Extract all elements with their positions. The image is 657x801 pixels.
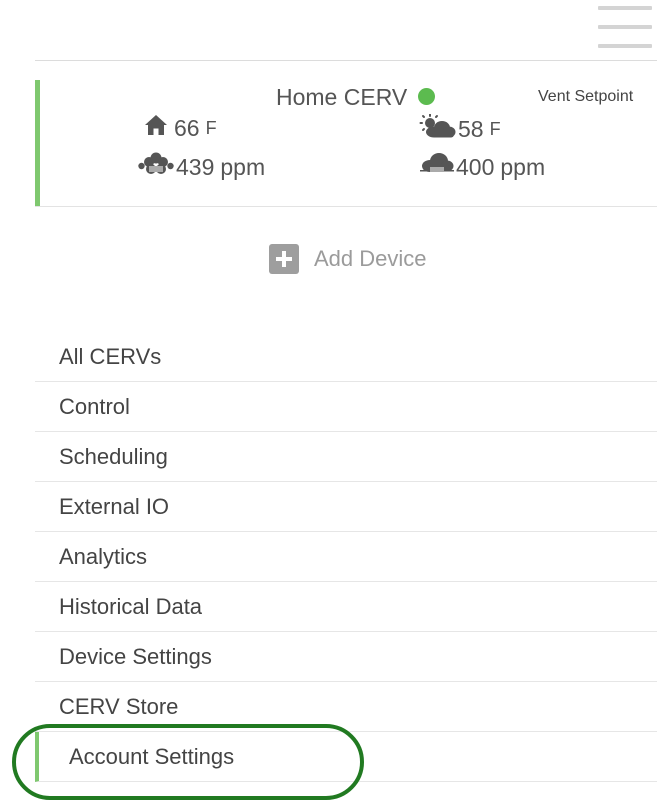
nav-item-analytics[interactable]: Analytics xyxy=(35,532,657,582)
home-icon xyxy=(144,114,168,142)
nav-item-historical-data[interactable]: Historical Data xyxy=(35,582,657,632)
device-name: Home CERV xyxy=(276,84,408,110)
add-device-button[interactable]: Add Device xyxy=(269,244,427,274)
vent-setpoint-label: Vent Setpoint xyxy=(538,88,634,105)
indoor-temperature-unit: F xyxy=(205,117,217,138)
indoor-temperature-value: 66 xyxy=(174,114,200,141)
nav-menu: All CERVs Control Scheduling External IO… xyxy=(35,332,657,782)
nav-item-control[interactable]: Control xyxy=(35,382,657,432)
hamburger-menu-icon[interactable] xyxy=(598,6,654,48)
outdoor-temperature-unit: F xyxy=(489,118,501,139)
nav-item-all-cervs[interactable]: All CERVs xyxy=(35,332,657,382)
outdoor-temperature: 58 F xyxy=(418,113,501,144)
indoor-air-value: 439 xyxy=(176,153,215,180)
indoor-temperature: 66 F xyxy=(144,114,217,142)
card-divider xyxy=(35,206,657,207)
outdoor-air-quality: 400 ppm xyxy=(420,152,545,182)
outdoor-temperature-value: 58 xyxy=(458,115,484,142)
nav-item-device-settings[interactable]: Device Settings xyxy=(35,632,657,682)
indoor-air-quality: 439 ppm xyxy=(138,152,265,182)
partly-cloudy-icon xyxy=(418,113,456,144)
device-card[interactable]: Home CERV Vent Setpoint 66 F 58 F 439 pp… xyxy=(35,80,657,206)
indoor-air-unit: ppm xyxy=(220,153,266,180)
nav-item-scheduling[interactable]: Scheduling xyxy=(35,432,657,482)
nav-item-external-io[interactable]: External IO xyxy=(35,482,657,532)
outdoor-voc-cloud-icon xyxy=(420,152,454,182)
plus-box-icon xyxy=(269,244,299,274)
status-dot-icon xyxy=(418,88,435,105)
nav-item-account-settings[interactable]: Account Settings xyxy=(35,732,657,782)
header-divider xyxy=(35,60,657,61)
menu-line xyxy=(598,25,652,29)
indoor-voc-molecule-icon xyxy=(138,152,174,182)
add-device-label: Add Device xyxy=(314,246,427,271)
menu-line xyxy=(598,44,652,48)
menu-line xyxy=(598,6,652,10)
outdoor-air-value: 400 xyxy=(456,153,495,180)
outdoor-air-unit: ppm xyxy=(500,153,546,180)
nav-item-cerv-store[interactable]: CERV Store xyxy=(35,682,657,732)
